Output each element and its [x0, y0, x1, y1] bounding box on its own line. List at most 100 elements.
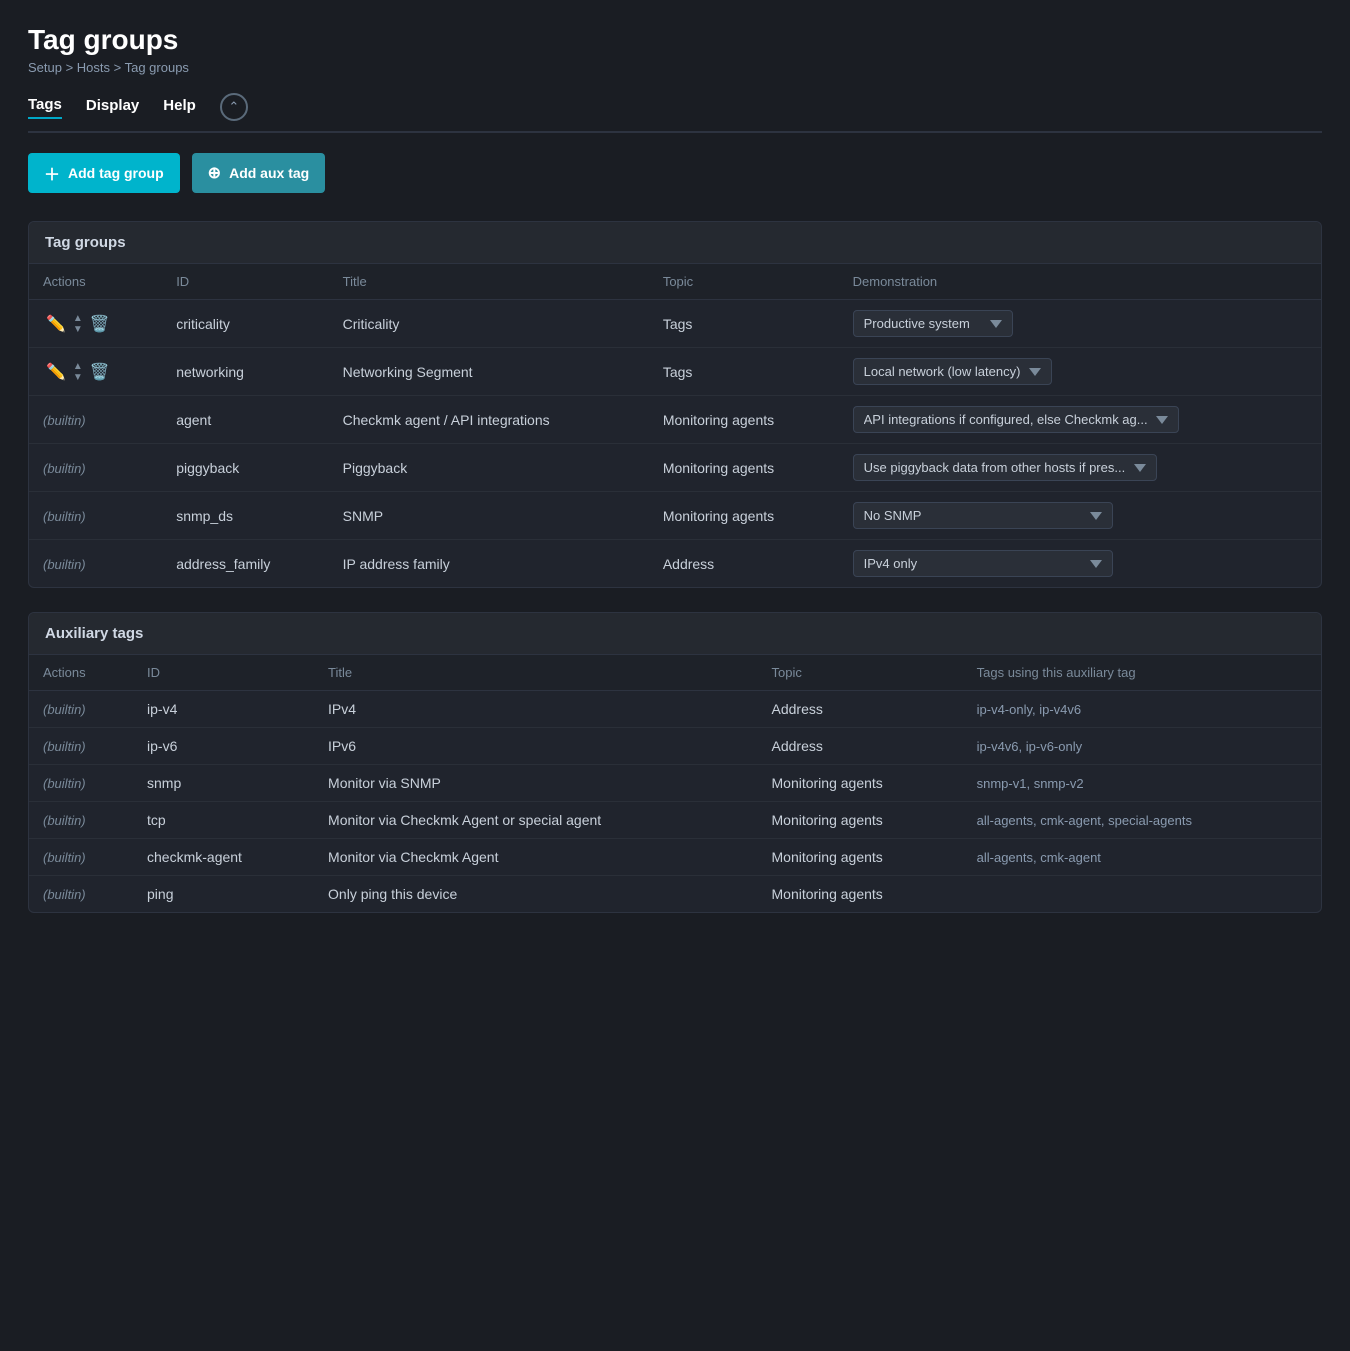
demo-select[interactable]: Use piggyback data from other hosts if p… [853, 454, 1157, 481]
topic-cell: Address [758, 691, 963, 728]
builtin-label: (builtin) [43, 461, 86, 476]
page-title: Tag groups [28, 24, 1322, 56]
actions-cell: (builtin) [29, 802, 133, 839]
demo-select[interactable]: IPv4 onlyIPv6 onlyIPv4/IPv6 dual-stack [853, 550, 1113, 577]
id-cell: snmp [133, 765, 314, 802]
auxiliary-tags-section-header: Auxiliary tags [29, 613, 1321, 655]
builtin-label: (builtin) [43, 509, 86, 524]
aux-col-header-topic: Topic [758, 655, 963, 691]
title-cell: Only ping this device [314, 876, 757, 913]
nav-bar: Tags Display Help ⌃ [28, 93, 1322, 133]
table-row: ✏️ ▲ ▼ 🗑️ networking Networking Segment … [29, 348, 1321, 396]
title-cell: Monitor via SNMP [314, 765, 757, 802]
tags-using-cell: snmp-v1, snmp-v2 [963, 765, 1321, 802]
topic-cell: Monitoring agents [649, 444, 839, 492]
plus-icon: ＋ [44, 161, 60, 185]
actions-cell: ✏️ ▲ ▼ 🗑️ [29, 300, 162, 348]
demo-select[interactable]: Local network (low latency)WANDMZ [853, 358, 1052, 385]
title-cell: IPv4 [314, 691, 757, 728]
tags-using-cell: all-agents, cmk-agent [963, 839, 1321, 876]
table-row: ✏️ ▲ ▼ 🗑️ criticality Criticality Tags P… [29, 300, 1321, 348]
table-row: (builtin) piggyback Piggyback Monitoring… [29, 444, 1321, 492]
chevron-up-icon: ⌃ [228, 99, 239, 115]
builtin-label: (builtin) [43, 887, 86, 902]
table-row: (builtin) ping Only ping this device Mon… [29, 876, 1321, 913]
title-cell: Networking Segment [329, 348, 649, 396]
topic-cell: Monitoring agents [758, 802, 963, 839]
builtin-label: (builtin) [43, 702, 86, 717]
topic-cell: Monitoring agents [649, 396, 839, 444]
aux-plus-icon: ⊕ [208, 163, 221, 183]
topic-cell: Monitoring agents [758, 876, 963, 913]
actions-cell: (builtin) [29, 691, 133, 728]
tag-groups-section: Tag groups Actions ID Title Topic Demons… [28, 221, 1322, 588]
actions-cell: (builtin) [29, 765, 133, 802]
id-cell: address_family [162, 540, 328, 588]
sort-icons[interactable]: ▲ ▼ [73, 361, 83, 383]
title-cell: Piggyback [329, 444, 649, 492]
table-row: (builtin) ip-v6 IPv6 Address ip-v4v6, ip… [29, 728, 1321, 765]
demo-cell: Productive systemBusiness criticalTest s… [839, 300, 1321, 348]
demo-select[interactable]: No SNMPSNMP v1SNMP v2/v3 [853, 502, 1113, 529]
title-cell: SNMP [329, 492, 649, 540]
id-cell: snmp_ds [162, 492, 328, 540]
id-cell: tcp [133, 802, 314, 839]
id-cell: ip-v4 [133, 691, 314, 728]
aux-col-header-title: Title [314, 655, 757, 691]
table-row: (builtin) ip-v4 IPv4 Address ip-v4-only,… [29, 691, 1321, 728]
title-cell: Criticality [329, 300, 649, 348]
id-cell: networking [162, 348, 328, 396]
topic-cell: Monitoring agents [758, 765, 963, 802]
table-row: (builtin) checkmk-agent Monitor via Chec… [29, 839, 1321, 876]
topic-cell: Tags [649, 300, 839, 348]
sort-icons[interactable]: ▲ ▼ [73, 313, 83, 335]
topic-cell: Tags [649, 348, 839, 396]
id-cell: piggyback [162, 444, 328, 492]
table-row: (builtin) agent Checkmk agent / API inte… [29, 396, 1321, 444]
table-row: (builtin) address_family IP address fami… [29, 540, 1321, 588]
nav-item-tags[interactable]: Tags [28, 96, 62, 119]
demo-cell: IPv4 onlyIPv6 onlyIPv4/IPv6 dual-stack [839, 540, 1321, 588]
id-cell: ping [133, 876, 314, 913]
id-cell: agent [162, 396, 328, 444]
edit-icon[interactable]: ✏️ [43, 360, 69, 384]
edit-icon[interactable]: ✏️ [43, 312, 69, 336]
breadcrumb: Setup > Hosts > Tag groups [28, 60, 1322, 75]
actions-cell: (builtin) [29, 876, 133, 913]
tag-groups-table: Actions ID Title Topic Demonstration ✏️ … [29, 264, 1321, 587]
table-row: (builtin) tcp Monitor via Checkmk Agent … [29, 802, 1321, 839]
builtin-label: (builtin) [43, 850, 86, 865]
title-cell: Monitor via Checkmk Agent [314, 839, 757, 876]
tags-using-cell: all-agents, cmk-agent, special-agents [963, 802, 1321, 839]
demo-select[interactable]: Productive systemBusiness criticalTest s… [853, 310, 1013, 337]
actions-cell: (builtin) [29, 396, 162, 444]
demo-cell: API integrations if configured, else Che… [839, 396, 1321, 444]
builtin-label: (builtin) [43, 813, 86, 828]
auxiliary-tags-section: Auxiliary tags Actions ID Title Topic Ta… [28, 612, 1322, 913]
delete-icon[interactable]: 🗑️ [87, 360, 113, 384]
col-header-title: Title [329, 264, 649, 300]
title-cell: IP address family [329, 540, 649, 588]
add-tag-group-button[interactable]: ＋ Add tag group [28, 153, 180, 193]
title-cell: Checkmk agent / API integrations [329, 396, 649, 444]
builtin-label: (builtin) [43, 557, 86, 572]
tags-using-cell [963, 876, 1321, 913]
title-cell: IPv6 [314, 728, 757, 765]
topic-cell: Address [649, 540, 839, 588]
nav-item-display[interactable]: Display [86, 97, 139, 118]
auxiliary-tags-table: Actions ID Title Topic Tags using this a… [29, 655, 1321, 912]
tags-using-cell: ip-v4v6, ip-v6-only [963, 728, 1321, 765]
col-header-topic: Topic [649, 264, 839, 300]
add-aux-tag-button[interactable]: ⊕ Add aux tag [192, 153, 326, 193]
actions-cell: (builtin) [29, 728, 133, 765]
nav-item-help[interactable]: Help [163, 97, 196, 118]
demo-select[interactable]: API integrations if configured, else Che… [853, 406, 1179, 433]
aux-col-header-tags-using: Tags using this auxiliary tag [963, 655, 1321, 691]
collapse-button[interactable]: ⌃ [220, 93, 248, 121]
builtin-label: (builtin) [43, 739, 86, 754]
col-header-demonstration: Demonstration [839, 264, 1321, 300]
col-header-id: ID [162, 264, 328, 300]
tag-groups-section-header: Tag groups [29, 222, 1321, 264]
delete-icon[interactable]: 🗑️ [87, 312, 113, 336]
actions-cell: (builtin) [29, 839, 133, 876]
